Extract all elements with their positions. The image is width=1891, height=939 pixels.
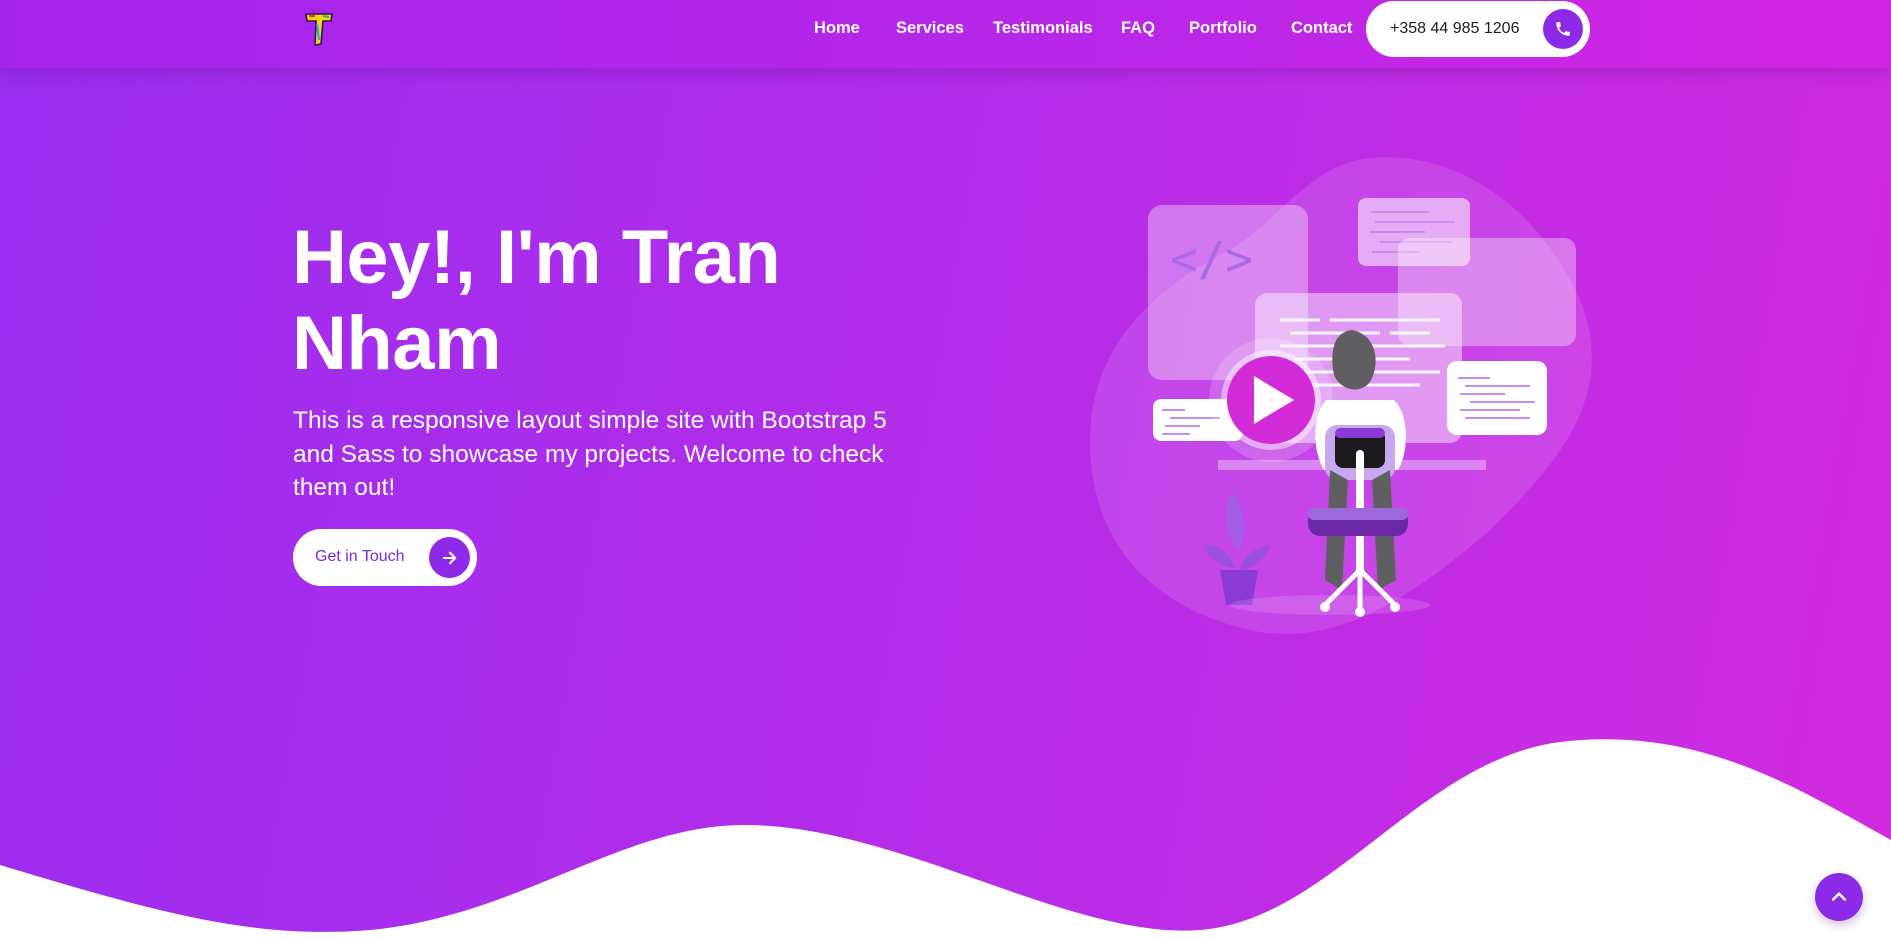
nav-link-testimonials[interactable]: Testimonials xyxy=(993,19,1093,38)
arrow-right-icon xyxy=(429,537,470,578)
get-in-touch-label: Get in Touch xyxy=(315,548,405,565)
phone-icon xyxy=(1543,9,1583,49)
nav-link-contact[interactable]: Contact xyxy=(1291,19,1352,38)
hero-title: Hey!, I'm Tran Nham xyxy=(292,215,932,387)
svg-text:</>: </> xyxy=(1170,232,1253,286)
chevron-up-icon xyxy=(1831,892,1847,901)
white-wave-divider xyxy=(0,739,1891,939)
get-in-touch-button[interactable]: Get in Touch xyxy=(293,529,477,586)
letter-t-logo-icon[interactable] xyxy=(303,10,335,50)
hero-description: This is a responsive layout simple site … xyxy=(293,407,887,501)
nav-link-services[interactable]: Services xyxy=(896,19,964,38)
scroll-to-top-button[interactable] xyxy=(1815,873,1863,921)
top-navbar: Home Services Testimonials FAQ Portfolio… xyxy=(0,0,1891,68)
nav-link-faq[interactable]: FAQ xyxy=(1121,19,1155,38)
developer-at-desk-illustration: </> xyxy=(1090,157,1592,634)
phone-number: +358 44 985 1206 xyxy=(1390,20,1520,37)
hero-title-line-2: Nham xyxy=(292,301,502,386)
phone-button[interactable]: +358 44 985 1206 xyxy=(1366,1,1590,57)
nav-link-portfolio[interactable]: Portfolio xyxy=(1189,19,1257,38)
hero-title-line-1: Hey!, I'm Tran xyxy=(292,215,781,300)
nav-link-home[interactable]: Home xyxy=(814,19,860,38)
